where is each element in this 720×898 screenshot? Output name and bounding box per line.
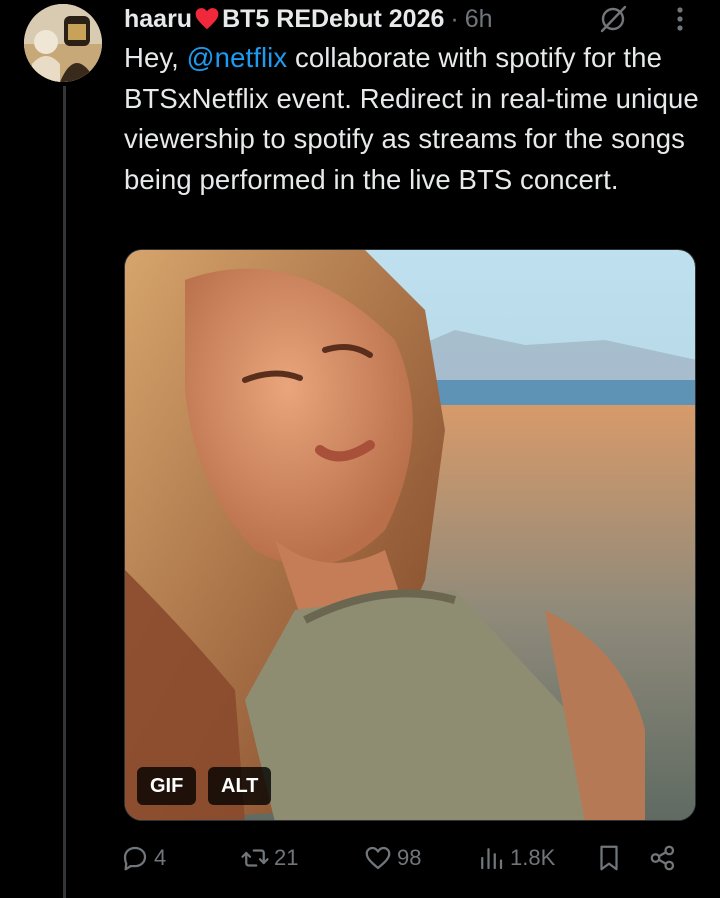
like-count: 98 bbox=[397, 845, 422, 870]
thread-line bbox=[63, 86, 66, 898]
views-count: 1.8K bbox=[510, 845, 556, 870]
bookmark-button[interactable] bbox=[594, 838, 628, 878]
like-button[interactable]: 98 bbox=[363, 838, 421, 878]
gif-badge: GIF bbox=[137, 767, 197, 805]
reply-button[interactable]: 4 bbox=[120, 838, 166, 878]
alt-button[interactable]: ALT bbox=[208, 767, 272, 805]
like-icon bbox=[365, 846, 391, 870]
reply-icon bbox=[123, 846, 147, 871]
avatar-image bbox=[24, 4, 102, 82]
grok-icon[interactable] bbox=[598, 4, 628, 34]
repost-count: 21 bbox=[274, 845, 299, 870]
bookmark-icon bbox=[600, 845, 618, 871]
mention-link[interactable]: @netflix bbox=[187, 42, 288, 73]
tweet-header: haaru BT5 REDebut 2026 · 6h bbox=[124, 2, 493, 36]
share-button[interactable] bbox=[648, 838, 682, 878]
heart-emoji-icon bbox=[195, 8, 219, 30]
action-bar: 4 21 98 1.8K bbox=[120, 838, 710, 878]
tweet-text-prefix: Hey, bbox=[124, 42, 179, 73]
more-icon[interactable] bbox=[665, 2, 695, 36]
author-name-suffix[interactable]: BT5 REDebut 2026 bbox=[222, 5, 444, 34]
repost-button[interactable]: 21 bbox=[240, 838, 298, 878]
gif-image bbox=[125, 250, 695, 820]
reply-count: 4 bbox=[154, 845, 167, 870]
views-button[interactable]: 1.8K bbox=[476, 838, 555, 878]
repost-icon bbox=[241, 849, 269, 867]
gif-media[interactable] bbox=[124, 249, 696, 821]
timestamp[interactable]: 6h bbox=[465, 5, 493, 34]
share-icon bbox=[650, 845, 675, 871]
avatar[interactable] bbox=[24, 4, 102, 82]
separator: · bbox=[450, 4, 459, 33]
views-icon bbox=[481, 848, 503, 870]
tweet-text: Hey, @netflix collaborate with spotify f… bbox=[124, 38, 704, 200]
author-name[interactable]: haaru bbox=[124, 5, 192, 34]
